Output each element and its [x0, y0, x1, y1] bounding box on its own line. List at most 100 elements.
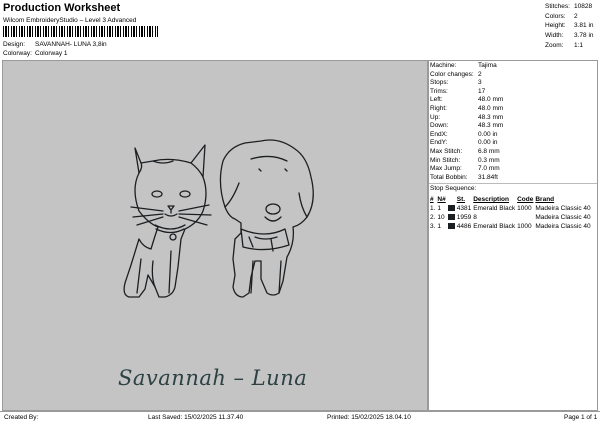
machine-info-value: 0.00 in [478, 130, 498, 138]
machine-info-value: 48.3 mm [478, 113, 504, 121]
machine-info-value: 6.8 mm [478, 148, 500, 155]
stitch-count: 1959 [456, 214, 472, 221]
stats-box: Stitches: 10828 Colors: 2 Height: 3.81 in W… [545, 3, 600, 51]
machine-info-label: Up: [430, 113, 441, 121]
machine-info-value: 3 [478, 79, 482, 87]
software-name: Wilcom EmbroideryStudio – Level 3 Advanc… [3, 17, 137, 24]
machine-info-row: Right: 48.0 mm [430, 105, 503, 112]
colorway-row: Colorway: Colorway 1 [3, 50, 68, 57]
row-index: 3. [430, 223, 436, 230]
last-saved: Last Saved: 15/02/2025 11.37.40 [148, 414, 244, 421]
stitch-count: 4381 [456, 205, 472, 212]
machine-info-row: Min Stitch: 0.3 mm [430, 157, 500, 164]
thread-brand: Madeira Classic 40 [535, 214, 591, 221]
machine-info-row: EndY: 0.00 in [430, 139, 498, 146]
machine-info-row: Trims: 17 [430, 88, 485, 95]
machine-info-label: Left: [430, 96, 443, 104]
machine-info-row: Down: 48.3 mm [430, 122, 503, 129]
stop-sequence-row: 1. 1 4381 Emerald Black 1000 Madeira Classic … [430, 204, 593, 213]
machine-info-label: EndY: [430, 139, 448, 147]
col-code: Code [517, 196, 534, 203]
machine-info-row: Machine: Tajima [430, 62, 497, 69]
machine-info-row: Stops: 3 [430, 79, 482, 86]
machine-info-label: Trims: [430, 87, 448, 95]
machine-info-row: Max Jump: 7.0 mm [430, 165, 500, 172]
colorway-value: Colorway 1 [35, 50, 68, 57]
col-n: N# [437, 196, 446, 203]
stat-stitches: Stitches: 10828 [545, 3, 593, 10]
machine-info-label: Down: [430, 122, 449, 130]
needle: 1 [437, 205, 442, 212]
color-swatch [447, 204, 457, 213]
needle: 10 [437, 214, 445, 221]
machine-info-label: Machine: [430, 62, 457, 69]
barcode [3, 26, 158, 37]
created-by: Created By: [4, 414, 39, 421]
printed-date: Printed: 15/02/2025 18.04.10 [327, 414, 411, 421]
machine-info-row: EndX: 0.00 in [430, 131, 498, 138]
machine-info-value: 31.84ft [478, 173, 498, 181]
thread-description: 8 [473, 214, 477, 221]
machine-info-row: Left: 48.0 mm [430, 96, 503, 103]
worksheet-title: Production Worksheet [3, 2, 121, 14]
stat-height: Height: 3.81 in [545, 22, 594, 30]
thread-swatch [447, 214, 455, 221]
machine-info-row: Total Bobbin: 31.84ft [430, 174, 498, 181]
design-label: Design: [3, 41, 26, 48]
color-swatch [447, 222, 457, 231]
row-index: 1. [430, 205, 436, 212]
machine-info-row: Color changes: 2 [430, 71, 482, 78]
stop-sequence-title: Stop Sequence: [430, 185, 477, 192]
row-index: 2. [430, 214, 436, 221]
thread-code [517, 213, 535, 222]
machine-info-value: 0.3 mm [478, 156, 500, 164]
panel-divider [429, 183, 597, 184]
machine-info-label: Total Bobbin: [430, 173, 468, 181]
thread-description: Emerald Black [473, 223, 516, 230]
stat-colors: Colors: 2 [545, 12, 578, 20]
color-swatch [447, 213, 457, 222]
machine-info-value: 48.0 mm [478, 105, 504, 112]
thread-swatch [447, 223, 455, 230]
stop-sequence-rows: 1. 1 4381 Emerald Black 1000 Madeira Classic … [430, 204, 593, 231]
machine-info-value: 17 [478, 87, 486, 95]
thread-swatch [447, 205, 455, 212]
thread-description: Emerald Black [473, 205, 516, 212]
stop-sequence-row: 2. 10 1959 8 Madeira Classic 40 [430, 213, 593, 222]
stitch-count: 4486 [456, 223, 472, 230]
machine-info-label: Right: [430, 105, 447, 112]
col-number: # [430, 196, 434, 203]
machine-info-value: 2 [478, 70, 482, 78]
stat-width: Width: 3.78 in [545, 32, 594, 40]
info-panel: Machine: Tajima Color changes: 2 Stops: 3 Trim… [428, 60, 598, 411]
machine-info-row: Up: 48.3 mm [430, 114, 503, 121]
stop-sequence-table: # N# St. Description Code Brand 1. 1 4381 E… [430, 195, 593, 231]
colorway-label: Colorway: [3, 50, 32, 57]
machine-info-value: Tajima [478, 62, 497, 69]
embroidered-name-text: Savannah – Luna [118, 366, 308, 390]
machine-info-label: EndX: [430, 130, 448, 138]
machine-info-label: Max Jump: [430, 165, 462, 173]
stat-zoom: Zoom: 1:1 [545, 41, 584, 49]
machine-info-label: Min Stitch: [430, 156, 461, 164]
col-brand: Brand [535, 196, 555, 203]
design-canvas: Savannah – Luna [2, 60, 428, 411]
col-description: Description [473, 196, 509, 203]
page-number: Page 1 of 1 [564, 414, 598, 421]
thread-brand: Madeira Classic 40 [535, 205, 591, 212]
machine-info-value: 0.00 in [478, 139, 498, 147]
machine-info-value: 48.3 mm [478, 122, 504, 130]
machine-info-label: Stops: [430, 79, 449, 87]
needle: 1 [437, 223, 442, 230]
design-row: Design: SAVANNAH- LUNA 3,8in [3, 41, 107, 48]
machine-info-label: Color changes: [430, 70, 474, 78]
col-st: St. [456, 196, 466, 203]
machine-info-value: 7.0 mm [478, 165, 500, 173]
col-swatch [448, 195, 457, 204]
stop-sequence-row: 3. 1 4486 Emerald Black 1000 Madeira Classic … [430, 222, 593, 231]
thread-code: 1000 [517, 223, 532, 230]
machine-info-row: Max Stitch: 6.8 mm [430, 148, 500, 155]
thread-code: 1000 [517, 205, 532, 212]
machine-info-value: 48.0 mm [478, 96, 504, 104]
footer-bar: Created By: Last Saved: 15/02/2025 11.37… [0, 411, 600, 425]
